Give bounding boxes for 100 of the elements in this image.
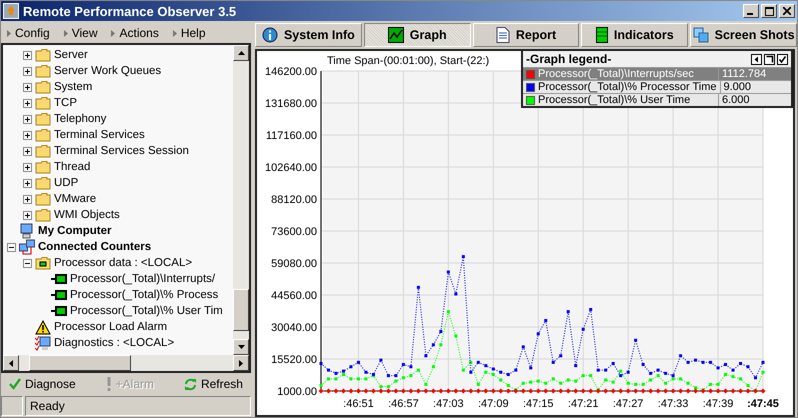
close-button[interactable] (779, 4, 795, 18)
legend-row[interactable]: Processor(_Total)\Interrupts/sec 1112.784 (523, 67, 791, 80)
y-axis-label: 102640.00 (265, 162, 317, 174)
tree-item[interactable]: My Computer (38, 225, 112, 237)
tree-item[interactable]: Telephony (54, 113, 106, 125)
arrow-icon (172, 30, 177, 36)
folder-icon (35, 176, 51, 190)
series-value: 1112.784 (721, 68, 768, 80)
y-axis-label: 88120.00 (271, 194, 317, 206)
folder-icon (35, 112, 51, 126)
legend-row[interactable]: Processor(_Total)\% Processor Time 9.000 (523, 80, 791, 93)
tree-item[interactable]: Diagnostics : <LOCAL> (54, 337, 174, 349)
tree-item[interactable]: Terminal Services (54, 129, 145, 141)
tab[interactable]: Graph (364, 23, 471, 47)
window-title: Remote Performance Observer 3.5 (23, 4, 238, 18)
tree-item[interactable]: WMI Objects (54, 209, 120, 221)
expander-icon[interactable] (23, 82, 32, 92)
tree-item[interactable]: System (54, 81, 92, 93)
series-value: 9.000 (722, 81, 752, 93)
minimize-button[interactable] (743, 4, 759, 18)
expander-icon[interactable] (23, 178, 32, 188)
expander-icon[interactable] (23, 146, 32, 156)
expander-icon[interactable] (23, 258, 32, 268)
tab[interactable]: System Info (255, 23, 362, 47)
tree-item[interactable]: VMware (54, 193, 96, 205)
expander-icon[interactable] (23, 114, 32, 124)
diagnostics-icon (35, 335, 51, 351)
check-icon (9, 378, 21, 390)
tab[interactable]: Indicators (581, 23, 688, 47)
tree-item[interactable]: Server (54, 49, 88, 61)
expander-icon[interactable] (23, 210, 32, 220)
expander-icon[interactable] (23, 130, 32, 140)
x-axis-label: :47:45 (747, 398, 779, 410)
y-axis-label: 73600.00 (271, 226, 317, 238)
scroll-thumb[interactable] (29, 355, 131, 371)
folder-icon (35, 96, 51, 110)
tab[interactable]: Report (472, 23, 580, 47)
menu-item[interactable]: Config (5, 26, 52, 40)
status-text: Ready (25, 396, 251, 416)
x-axis-label: :47:15 (522, 398, 554, 410)
expander-icon[interactable] (7, 242, 16, 252)
series-value: 6.000 (721, 94, 751, 106)
folder-icon (35, 64, 51, 78)
scroll-thumb[interactable] (233, 289, 249, 331)
graph-icon (388, 27, 404, 43)
tree-item[interactable]: Thread (54, 161, 90, 173)
menu-item[interactable]: Actions (109, 26, 161, 40)
x-axis-label: :46:51 (343, 398, 374, 410)
tree-item[interactable]: UDP (54, 177, 78, 189)
up-arrow-icon (238, 51, 244, 55)
x-axis-label: :47:09 (478, 398, 509, 410)
horizontal-scrollbar[interactable] (3, 355, 249, 371)
maximize-button[interactable] (761, 4, 777, 18)
arrow-icon (111, 30, 116, 36)
tree-item[interactable]: Processor(_Total)\Interrupts/ (70, 273, 216, 285)
line-series (320, 255, 764, 380)
expander-icon[interactable] (23, 162, 32, 172)
right-arrow-icon (239, 360, 243, 366)
folder-icon (35, 80, 51, 94)
tree-item[interactable]: Processor data : <LOCAL> (54, 257, 192, 269)
expander-icon[interactable] (23, 194, 32, 204)
y-axis-label: 1000.00 (277, 386, 317, 398)
collapse-icon[interactable] (751, 54, 762, 64)
info-icon (262, 27, 278, 43)
menu-item[interactable]: Help (170, 26, 208, 40)
menu-item[interactable]: View (62, 26, 100, 40)
maximize-icon (764, 6, 774, 16)
counter-icon (51, 290, 67, 300)
counter-icon (51, 306, 67, 316)
x-axis-label: :47:03 (433, 398, 464, 410)
tab[interactable]: Screen Shots (690, 23, 797, 47)
computer-icon (19, 223, 35, 239)
close-icon (783, 7, 791, 15)
corner-icon[interactable] (764, 54, 775, 64)
app-icon (3, 3, 19, 19)
legend-title: -Graph legend- (526, 52, 612, 66)
expander-icon[interactable] (23, 66, 32, 76)
vertical-scrollbar[interactable] (233, 45, 249, 355)
x-axis-label: :47:27 (612, 398, 644, 410)
tree-item[interactable]: Server Work Queues (54, 65, 162, 77)
expander-icon[interactable] (23, 98, 32, 108)
x-axis-label: :47:33 (658, 398, 688, 410)
action-button[interactable]: Refresh (182, 377, 245, 391)
folder-icon (35, 160, 51, 174)
down-arrow-icon (238, 345, 244, 349)
action-button[interactable]: Diagnose (7, 377, 78, 391)
checkbox-icon[interactable] (777, 54, 788, 64)
tree-item[interactable]: Connected Counters (38, 241, 152, 253)
expander-icon[interactable] (23, 50, 32, 60)
tree-item[interactable]: Processor(_Total)\% Process (70, 289, 218, 301)
tree-item[interactable]: Processor Load Alarm (54, 321, 168, 333)
tree-item[interactable]: TCP (54, 97, 77, 109)
screenshots-icon (692, 27, 709, 43)
y-axis-label: 117160.00 (266, 130, 317, 142)
legend-row[interactable]: Processor(_Total)\% User Time 6.000 (523, 93, 791, 106)
tree-item[interactable]: Processor(_Total)\% User Tim (70, 305, 223, 317)
tree-item[interactable]: Terminal Services Session (54, 145, 189, 157)
line-series (320, 310, 764, 392)
folder-icon (35, 208, 51, 222)
y-axis-label: 44560.00 (271, 290, 317, 302)
